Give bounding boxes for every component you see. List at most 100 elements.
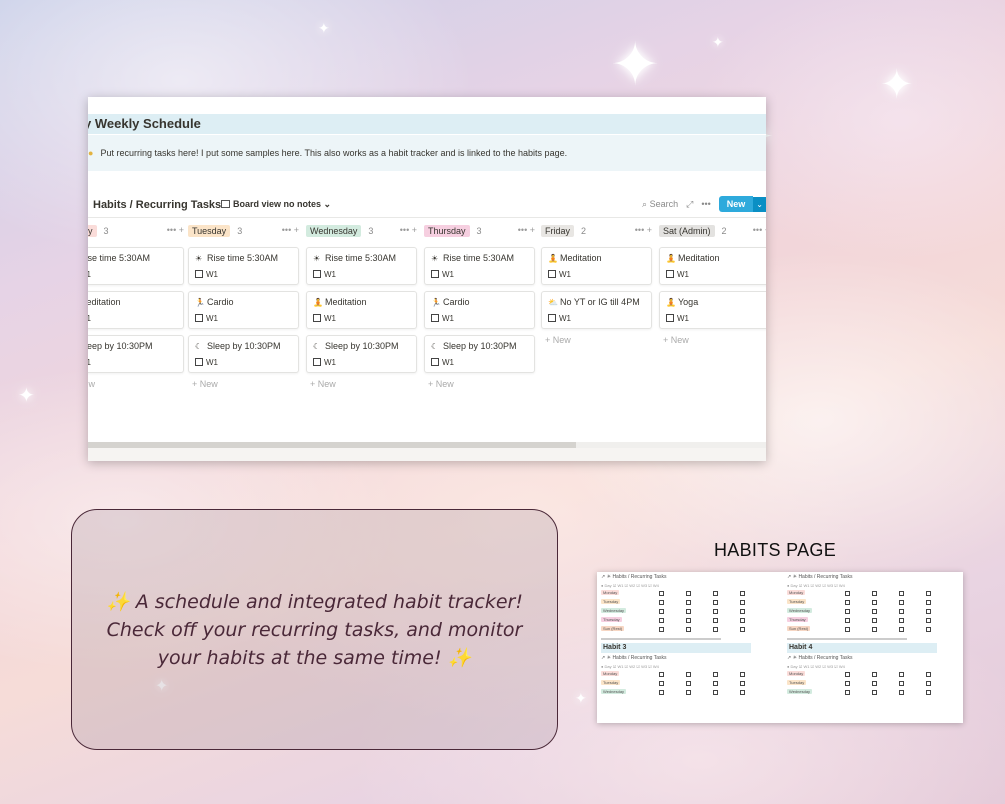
new-dropdown-button[interactable]: ⌄: [753, 196, 766, 212]
habits-link[interactable]: ↗ ☀ Habits / Recurring Tasks: [601, 572, 751, 582]
checkbox[interactable]: [686, 618, 691, 623]
week-checkbox[interactable]: W1: [195, 314, 218, 323]
checkbox[interactable]: [713, 591, 718, 596]
habits-link[interactable]: ↗ ☀ Habits / Recurring Tasks: [787, 653, 937, 663]
checkbox[interactable]: [899, 627, 904, 632]
checkbox[interactable]: [713, 690, 718, 695]
checkbox[interactable]: [313, 270, 321, 278]
checkbox[interactable]: [713, 600, 718, 605]
checkbox[interactable]: [659, 591, 664, 596]
checkbox[interactable]: [740, 600, 745, 605]
checkbox[interactable]: [845, 681, 850, 686]
checkbox[interactable]: [845, 690, 850, 695]
checkbox[interactable]: [740, 690, 745, 695]
checkbox[interactable]: [666, 314, 674, 322]
checkbox[interactable]: [740, 681, 745, 686]
checkbox[interactable]: [659, 690, 664, 695]
week-checkbox[interactable]: W1: [313, 314, 336, 323]
checkbox[interactable]: [740, 609, 745, 614]
column-tag[interactable]: Tuesday: [188, 225, 231, 237]
checkbox[interactable]: [845, 609, 850, 614]
checkbox[interactable]: [899, 681, 904, 686]
more-icon[interactable]: •••: [635, 225, 647, 235]
checkbox[interactable]: [740, 591, 745, 596]
task-card[interactable]: 🧘 Meditation W1: [306, 291, 417, 329]
checkbox[interactable]: [899, 618, 904, 623]
checkbox[interactable]: [872, 591, 877, 596]
task-card[interactable]: ☾ Sleep by 10:30PM W1: [188, 335, 299, 373]
task-card[interactable]: Sleep by 10:30PM W1: [88, 335, 184, 373]
checkbox[interactable]: [872, 627, 877, 632]
checkbox[interactable]: [845, 627, 850, 632]
checkbox[interactable]: [686, 681, 691, 686]
column-tag[interactable]: Wednesday: [306, 225, 362, 237]
add-new-card-button[interactable]: + New: [306, 379, 417, 389]
checkbox[interactable]: [686, 609, 691, 614]
week-checkbox[interactable]: W1: [195, 270, 218, 279]
checkbox[interactable]: [740, 627, 745, 632]
checkbox[interactable]: [713, 627, 718, 632]
checkbox[interactable]: [926, 627, 931, 632]
scrollbar[interactable]: [601, 638, 721, 640]
search-button[interactable]: ⌕ Search: [642, 199, 678, 210]
checkbox[interactable]: [659, 672, 664, 677]
add-new-card-button[interactable]: New: [88, 379, 184, 389]
scrollbar[interactable]: [787, 638, 907, 640]
checkbox[interactable]: [872, 600, 877, 605]
week-checkbox[interactable]: W1: [195, 358, 218, 367]
task-card[interactable]: Meditation W1: [88, 291, 184, 329]
add-icon[interactable]: +: [412, 225, 417, 235]
checkbox[interactable]: [713, 609, 718, 614]
checkbox[interactable]: [548, 314, 556, 322]
add-icon[interactable]: +: [294, 225, 299, 235]
add-new-card-button[interactable]: + New: [541, 335, 652, 345]
task-card[interactable]: ☀ Rise time 5:30AM W1: [424, 247, 535, 285]
add-icon[interactable]: +: [647, 225, 652, 235]
add-new-card-button[interactable]: + New: [659, 335, 766, 345]
task-card[interactable]: 🧘 Yoga W1: [659, 291, 766, 329]
week-checkbox[interactable]: W1: [88, 314, 91, 323]
task-card[interactable]: ⛅ No YT or IG till 4PM W1: [541, 291, 652, 329]
week-checkbox[interactable]: W1: [548, 270, 571, 279]
expand-icon[interactable]: ⤢: [686, 199, 693, 210]
checkbox[interactable]: [686, 690, 691, 695]
checkbox[interactable]: [431, 270, 439, 278]
column-tag[interactable]: Thursday: [424, 225, 470, 237]
checkbox[interactable]: [899, 672, 904, 677]
checkbox[interactable]: [686, 600, 691, 605]
habits-link[interactable]: ↗ ☀ Habits / Recurring Tasks: [601, 653, 751, 663]
checkbox[interactable]: [926, 591, 931, 596]
task-card[interactable]: 🏃 Cardio W1: [424, 291, 535, 329]
week-checkbox[interactable]: W1: [431, 314, 454, 323]
week-checkbox[interactable]: W1: [88, 358, 91, 367]
add-icon[interactable]: +: [765, 225, 766, 235]
checkbox[interactable]: [845, 591, 850, 596]
checkbox[interactable]: [659, 600, 664, 605]
checkbox[interactable]: [740, 672, 745, 677]
checkbox[interactable]: [659, 618, 664, 623]
checkbox[interactable]: [686, 672, 691, 677]
more-icon[interactable]: •••: [282, 225, 294, 235]
checkbox[interactable]: [845, 672, 850, 677]
checkbox[interactable]: [899, 600, 904, 605]
week-checkbox[interactable]: W1: [431, 358, 454, 367]
checkbox[interactable]: [926, 600, 931, 605]
checkbox[interactable]: [899, 591, 904, 596]
task-card[interactable]: ☾ Sleep by 10:30PM W1: [306, 335, 417, 373]
checkbox[interactable]: [313, 314, 321, 322]
week-checkbox[interactable]: W1: [88, 270, 91, 279]
checkbox[interactable]: [899, 690, 904, 695]
column-tag[interactable]: Friday: [541, 225, 575, 237]
task-card[interactable]: 🧘 Meditation W1: [659, 247, 766, 285]
checkbox[interactable]: [313, 358, 321, 366]
checkbox[interactable]: [431, 358, 439, 366]
checkbox[interactable]: [659, 681, 664, 686]
add-new-card-button[interactable]: + New: [188, 379, 299, 389]
checkbox[interactable]: [713, 681, 718, 686]
checkbox[interactable]: [686, 591, 691, 596]
task-card[interactable]: ☾ Sleep by 10:30PM W1: [424, 335, 535, 373]
checkbox[interactable]: [926, 618, 931, 623]
more-icon[interactable]: •••: [400, 225, 412, 235]
checkbox[interactable]: [845, 600, 850, 605]
checkbox[interactable]: [872, 672, 877, 677]
